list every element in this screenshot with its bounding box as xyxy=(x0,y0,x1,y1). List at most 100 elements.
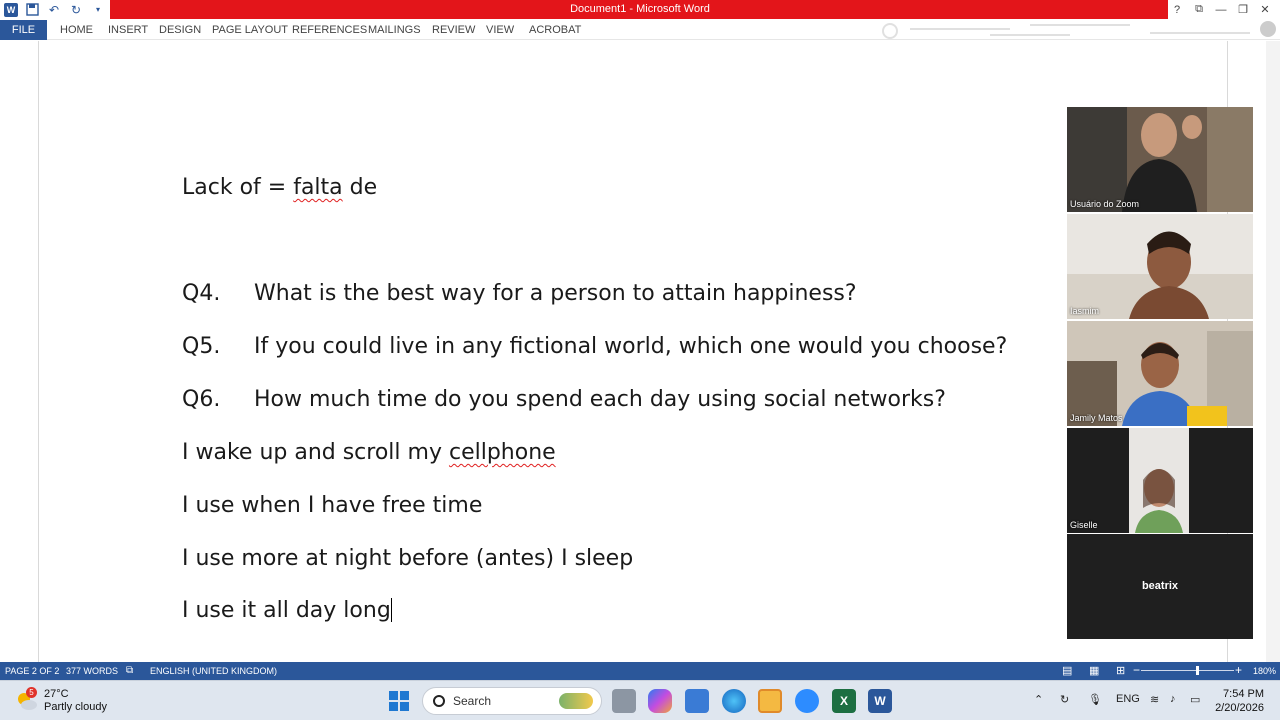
weather-description: Partly cloudy xyxy=(44,701,107,713)
tab-design[interactable]: DESIGN xyxy=(159,20,201,40)
participant-video xyxy=(1067,428,1253,533)
participant-name: Giselle xyxy=(1070,520,1098,530)
tab-acrobat[interactable]: ACROBAT xyxy=(529,20,581,40)
zoom-out-icon[interactable]: − xyxy=(1133,663,1140,677)
language-indicator[interactable]: ENGLISH (UNITED KINGDOM) xyxy=(150,666,277,676)
tab-insert[interactable]: INSERT xyxy=(108,20,148,40)
question-q5[interactable]: Q5. If you could live in any fictional wo… xyxy=(182,334,1007,359)
word-app-icon: W xyxy=(4,2,18,17)
volume-icon[interactable]: ♪ xyxy=(1170,693,1176,705)
weather-temperature: 27°C xyxy=(44,688,69,700)
read-mode-icon[interactable]: ▤ xyxy=(1062,664,1072,677)
question-text: What is the best way for a person to att… xyxy=(254,281,857,306)
tab-references[interactable]: REFERENCES xyxy=(292,20,367,40)
restore-button[interactable]: ❐ xyxy=(1232,1,1254,18)
sync-icon[interactable]: ↻ xyxy=(1060,693,1069,706)
tab-home[interactable]: HOME xyxy=(60,20,93,40)
account-avatar[interactable] xyxy=(1260,21,1276,37)
zoom-level[interactable]: 180% xyxy=(1253,666,1276,676)
spelling-error[interactable]: falta xyxy=(293,175,342,200)
text-run: I use it all day long xyxy=(182,598,391,623)
chevron-up-icon[interactable]: ⌃ xyxy=(1034,693,1043,706)
participant-name: Jamily Matos xyxy=(1070,413,1123,423)
search-highlight-icon xyxy=(559,693,593,709)
participant-tile-1[interactable]: Usuário do Zoom xyxy=(1067,107,1253,212)
page-indicator[interactable]: PAGE 2 OF 2 xyxy=(5,666,59,676)
participant-tile-4[interactable]: Giselle xyxy=(1067,428,1253,533)
zoom-slider-thumb[interactable] xyxy=(1195,666,1199,675)
text-run: I wake up and scroll my xyxy=(182,440,449,465)
ribbon-tabs: FILE HOME INSERT DESIGN PAGE LAYOUT REFE… xyxy=(0,20,1280,40)
participant-video xyxy=(1067,321,1253,426)
question-text: If you could live in any fictional world… xyxy=(254,334,1008,359)
question-text: How much time do you spend each day usin… xyxy=(254,387,946,412)
participant-tile-2[interactable]: Iasmim xyxy=(1067,214,1253,319)
save-icon[interactable] xyxy=(24,2,40,17)
tab-view[interactable]: VIEW xyxy=(486,20,514,40)
system-clock[interactable]: 7:54 PM 2/20/2026 xyxy=(1215,687,1264,715)
doc-line-lack-of[interactable]: Lack of = falta de xyxy=(182,175,377,200)
weather-icon: 5 xyxy=(16,687,38,712)
page-edge-left xyxy=(38,41,39,662)
clock-time: 7:54 PM xyxy=(1223,688,1264,700)
answer-line-1[interactable]: I wake up and scroll my cellphone xyxy=(182,440,556,465)
zoom-slider[interactable] xyxy=(1141,670,1234,671)
edge-browser-icon[interactable] xyxy=(722,689,746,713)
answer-line-2[interactable]: I use when I have free time xyxy=(182,493,482,518)
zoom-in-icon[interactable]: + xyxy=(1235,663,1242,677)
tab-review[interactable]: REVIEW xyxy=(432,20,475,40)
language-indicator-taskbar[interactable]: ENG xyxy=(1116,693,1140,705)
windows-start-icon[interactable] xyxy=(388,690,412,714)
window-title: Document1 - Microsoft Word xyxy=(570,3,710,15)
participant-video xyxy=(1067,214,1253,319)
wifi-icon[interactable]: ≋ xyxy=(1150,693,1159,706)
participant-tile-3[interactable]: Jamily Matos xyxy=(1067,321,1253,426)
participant-tile-5[interactable]: beatrix xyxy=(1067,534,1253,639)
question-q4[interactable]: Q4. What is the best way for a person to … xyxy=(182,281,857,306)
search-placeholder: Search xyxy=(453,694,492,708)
web-layout-icon[interactable]: ⊞ xyxy=(1116,664,1125,677)
close-button[interactable]: ✕ xyxy=(1254,1,1276,18)
vertical-scrollbar[interactable] xyxy=(1266,41,1280,662)
help-icon[interactable]: ? xyxy=(1166,1,1188,18)
answer-line-3[interactable]: I use more at night before (antes) I sle… xyxy=(182,546,633,571)
ribbon-background-pattern xyxy=(882,23,1250,39)
customize-toolbar-icon[interactable]: ▾ xyxy=(90,2,106,17)
store-icon[interactable] xyxy=(685,689,709,713)
window-controls: ? ⧉ — ❐ ✕ xyxy=(1166,1,1276,18)
tab-mailings[interactable]: MAILINGS xyxy=(368,20,421,40)
weather-widget[interactable]: 5 27°C Partly cloudy xyxy=(16,687,107,714)
taskbar-search[interactable]: Search xyxy=(422,687,602,715)
proofing-icon[interactable]: ⧉ xyxy=(126,665,133,676)
zoom-app-icon[interactable] xyxy=(795,689,819,713)
weather-alert-badge: 5 xyxy=(26,687,37,698)
answer-line-4[interactable]: I use it all day long xyxy=(182,598,392,623)
tab-file[interactable]: FILE xyxy=(0,20,47,40)
file-explorer-icon[interactable] xyxy=(758,689,782,713)
screen: Document1 - Microsoft Word W ↶ ↻ ▾ ? ⧉ —… xyxy=(0,0,1280,720)
search-icon xyxy=(433,695,445,707)
ribbon-display-icon[interactable]: ⧉ xyxy=(1188,1,1210,18)
copilot-icon[interactable] xyxy=(648,689,672,713)
word-count[interactable]: 377 WORDS xyxy=(66,666,118,676)
word-taskbar-icon[interactable]: W xyxy=(868,689,892,713)
minimize-button[interactable]: — xyxy=(1210,1,1232,18)
question-number: Q6. xyxy=(182,387,221,412)
question-number: Q4. xyxy=(182,281,221,306)
quick-access-toolbar: W ↶ ↻ ▾ xyxy=(4,2,106,17)
participant-name: Iasmim xyxy=(1070,306,1099,316)
task-view-icon[interactable] xyxy=(612,689,636,713)
battery-icon[interactable]: ▭ xyxy=(1190,693,1200,706)
status-bar: PAGE 2 OF 2 377 WORDS ⧉ ENGLISH (UNITED … xyxy=(0,662,1280,680)
tab-page-layout[interactable]: PAGE LAYOUT xyxy=(212,20,288,40)
title-bar: Document1 - Microsoft Word W ↶ ↻ ▾ ? ⧉ —… xyxy=(0,0,1280,20)
microphone-icon[interactable]: 🎙 xyxy=(1088,693,1102,706)
redo-icon[interactable]: ↻ xyxy=(68,2,84,17)
question-q6[interactable]: Q6. How much time do you spend each day u… xyxy=(182,387,946,412)
undo-icon[interactable]: ↶ xyxy=(46,2,62,17)
participant-video xyxy=(1067,107,1253,212)
text-run: de xyxy=(342,175,378,200)
spelling-error[interactable]: cellphone xyxy=(449,440,556,465)
excel-icon[interactable]: X xyxy=(832,689,856,713)
print-layout-icon[interactable]: ▦ xyxy=(1089,664,1099,677)
